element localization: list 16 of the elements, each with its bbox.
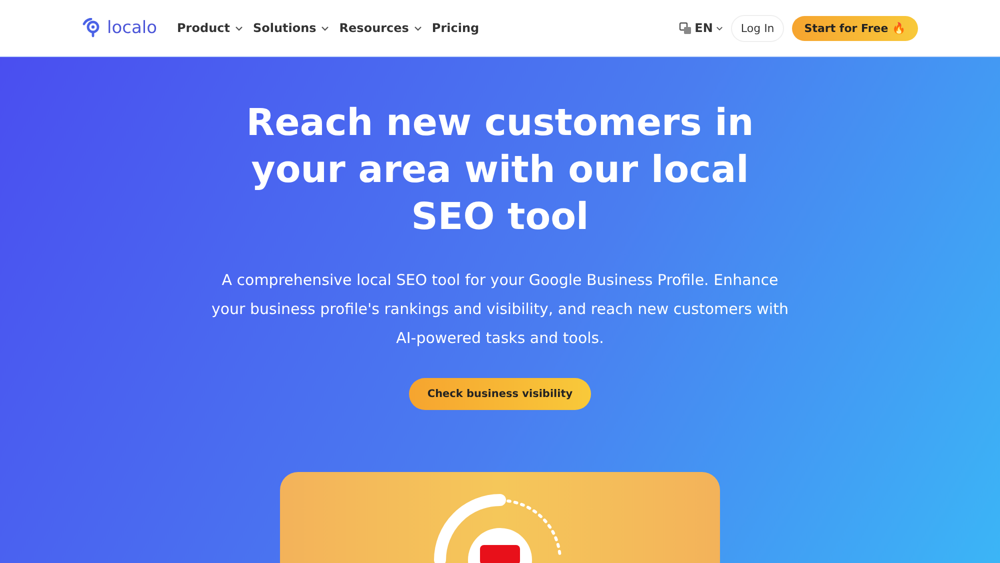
nav-link[interactable]: Solutions (252, 21, 330, 35)
chevron-down-icon (716, 26, 723, 30)
logo-link[interactable]: localo (82, 18, 158, 38)
nav-link[interactable]: Product (177, 21, 243, 35)
language-selector[interactable]: EN (678, 21, 723, 35)
login-button[interactable]: Log In (730, 14, 784, 42)
hero-headline: Reach new customers in your area with our local SEO tool (245, 100, 755, 240)
nav-link[interactable]: Pricing (432, 21, 480, 35)
chevron-down-icon (321, 26, 330, 30)
check-visibility-button[interactable]: Check business visibility (409, 378, 591, 410)
start-free-button[interactable]: Start for Free 🔥 (792, 16, 918, 40)
nav-link[interactable]: Resources (339, 21, 422, 35)
chevron-down-icon (414, 26, 422, 30)
chevron-down-icon (234, 26, 243, 30)
translate-icon (678, 22, 692, 34)
hero-description: A comprehensive local SEO tool for your Google Business Profile. Enhance your business profile's rankings and visibility, and reach new customers with AI-powered tasks and tools. (210, 270, 790, 349)
